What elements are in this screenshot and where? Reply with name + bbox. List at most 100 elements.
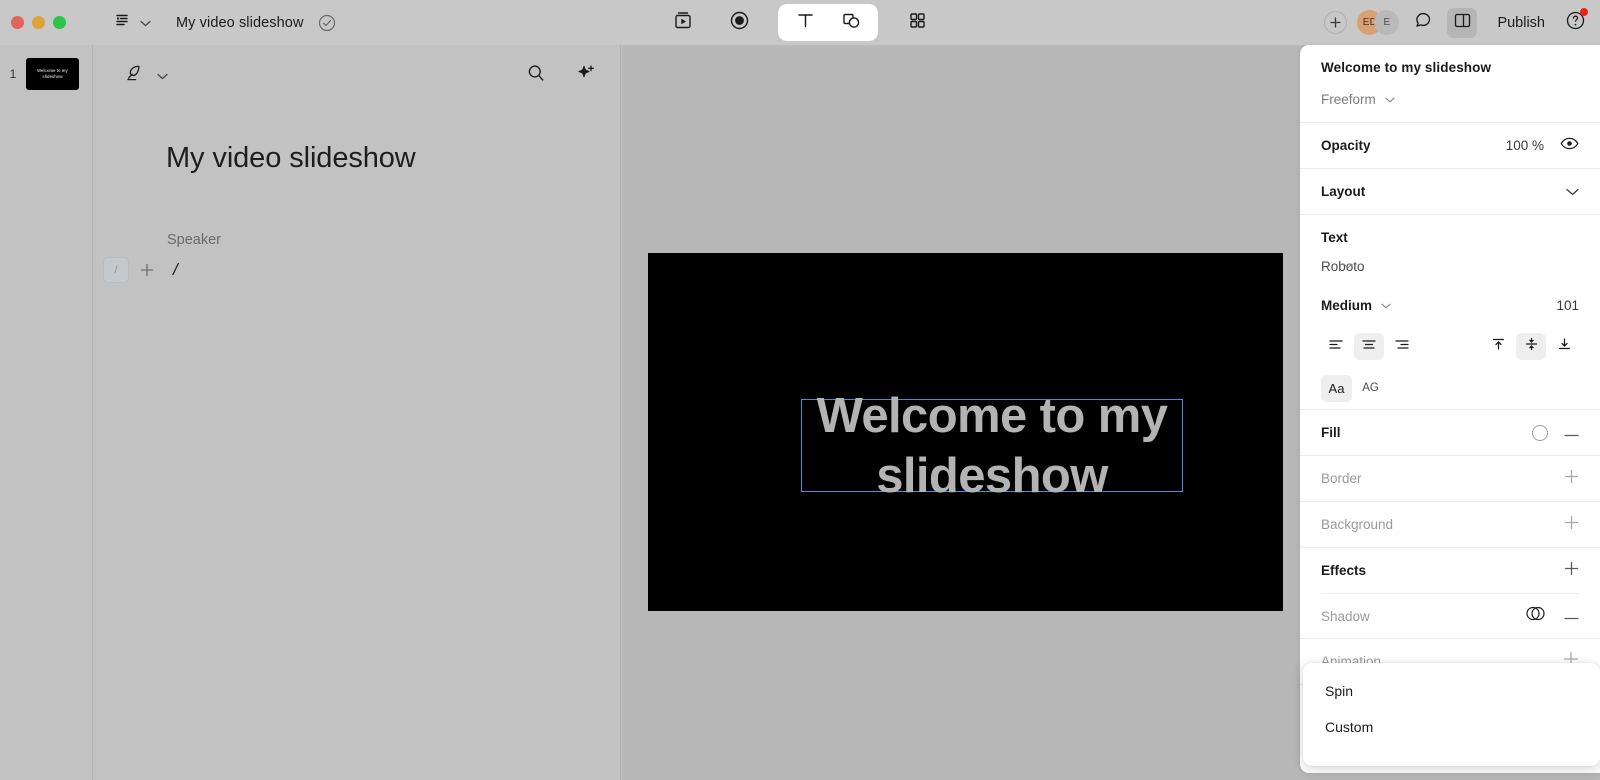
letter-case-group: Aa AG xyxy=(1321,367,1579,409)
border-section: Border xyxy=(1300,456,1600,502)
border-row: Border xyxy=(1321,456,1579,501)
selected-text-box[interactable]: Welcome to my slideshow xyxy=(801,389,1183,503)
center-toolbar xyxy=(666,4,934,41)
eye-icon[interactable] xyxy=(1560,137,1579,155)
case-sentence-button[interactable]: Aa xyxy=(1321,374,1352,402)
font-size-value[interactable]: 101 xyxy=(1556,298,1579,313)
add-background-button[interactable] xyxy=(1564,515,1579,535)
align-right-button[interactable] xyxy=(1387,333,1417,360)
document-title[interactable]: My video slideshow xyxy=(176,15,304,31)
publish-button[interactable]: Publish xyxy=(1497,15,1545,31)
element-type-dropdown[interactable]: Freeform xyxy=(1321,90,1579,108)
effects-row: Effects xyxy=(1321,548,1579,593)
script-text-cursor[interactable]: / xyxy=(173,260,178,280)
slide-thumbnail-text: Welcome to my slideshow xyxy=(37,68,68,79)
case-uppercase-button[interactable]: AG xyxy=(1355,375,1386,402)
templates-tool-button[interactable] xyxy=(900,7,934,39)
font-family-dropdown[interactable]: Roboto xyxy=(1321,256,1365,274)
comment-icon xyxy=(1413,10,1433,35)
shadow-swatch-icon[interactable] xyxy=(1524,606,1548,626)
document-menu-chevron-icon xyxy=(140,14,151,32)
align-center-icon xyxy=(1361,337,1377,355)
collaborator-avatars: ED E xyxy=(1357,10,1400,35)
font-weight-row: Medium 101 xyxy=(1321,285,1579,325)
script-pane-header xyxy=(93,45,620,89)
maximize-window-button[interactable] xyxy=(53,16,66,29)
avatar[interactable]: E xyxy=(1374,10,1400,35)
document-outline-icon xyxy=(114,12,131,34)
align-top-button[interactable] xyxy=(1483,333,1513,360)
slash-command-chip[interactable]: / xyxy=(103,257,129,283)
border-label: Border xyxy=(1321,471,1362,486)
record-tool-button[interactable] xyxy=(722,7,756,39)
slide-canvas[interactable]: Welcome to my slideshow xyxy=(648,253,1283,611)
sparkle-plus-icon xyxy=(575,63,596,89)
fill-row: Fill xyxy=(1321,410,1579,455)
quill-pen-icon xyxy=(123,62,145,89)
shapes-tool-button[interactable] xyxy=(832,8,870,37)
align-center-button[interactable] xyxy=(1354,332,1384,360)
layout-section[interactable]: Layout xyxy=(1300,169,1600,215)
background-row: Background xyxy=(1321,502,1579,547)
right-panel-icon xyxy=(1453,11,1472,35)
slide-text[interactable]: Welcome to my slideshow xyxy=(802,387,1182,507)
opacity-value[interactable]: 100 % xyxy=(1506,138,1544,153)
shapes-tool-icon xyxy=(840,10,862,36)
align-left-icon xyxy=(1328,337,1344,355)
add-effect-button[interactable] xyxy=(1564,561,1579,581)
search-button[interactable] xyxy=(526,63,546,88)
slide-rail-item[interactable]: 1 Welcome to my slideshow xyxy=(0,45,92,90)
chevron-down-icon xyxy=(1381,296,1391,314)
fill-color-swatch[interactable] xyxy=(1532,424,1548,441)
speaker-label: Speaker xyxy=(167,232,222,248)
fill-section: Fill xyxy=(1300,410,1600,456)
text-tool-icon xyxy=(795,10,816,36)
align-left-button[interactable] xyxy=(1321,333,1351,360)
layout-row[interactable]: Layout xyxy=(1321,169,1579,214)
search-icon xyxy=(526,63,546,88)
script-mode-button[interactable] xyxy=(123,62,168,89)
opacity-row: Opacity 100 % xyxy=(1321,123,1579,168)
align-top-icon xyxy=(1491,337,1506,356)
shadow-row: Shadow xyxy=(1321,593,1579,638)
remove-shadow-button[interactable] xyxy=(1564,607,1579,625)
align-bottom-button[interactable] xyxy=(1549,333,1579,360)
minimize-window-button[interactable] xyxy=(32,16,45,29)
ai-assist-button[interactable] xyxy=(575,63,596,89)
text-tool-button[interactable] xyxy=(786,8,824,37)
chevron-down-icon xyxy=(1343,256,1353,274)
opacity-section: Opacity 100 % xyxy=(1300,123,1600,169)
script-mode-chevron-icon xyxy=(157,67,168,85)
align-middle-button[interactable] xyxy=(1516,332,1546,360)
script-title[interactable]: My video slideshow xyxy=(166,142,620,175)
comment-button[interactable] xyxy=(1413,10,1433,35)
slide-thumbnail[interactable]: Welcome to my slideshow xyxy=(26,58,79,90)
align-bottom-icon xyxy=(1557,337,1572,356)
media-tool-button[interactable] xyxy=(666,7,700,39)
inspector-title: Welcome to my slideshow xyxy=(1321,60,1492,75)
document-menu-button[interactable] xyxy=(114,12,151,34)
close-window-button[interactable] xyxy=(11,16,24,29)
text-section: Text Roboto Medium 101 Aa AG xyxy=(1300,215,1600,410)
check-circle-icon[interactable] xyxy=(318,14,336,32)
slide-number: 1 xyxy=(9,67,17,81)
vertical-align-group xyxy=(1483,332,1579,360)
media-icon xyxy=(673,10,693,36)
toggle-right-panel-button[interactable] xyxy=(1447,7,1478,38)
add-block-button[interactable] xyxy=(135,258,159,282)
menu-item-spin[interactable]: Spin xyxy=(1303,673,1600,709)
font-weight-dropdown[interactable]: Medium xyxy=(1321,296,1391,314)
element-type-label: Freeform xyxy=(1321,91,1376,107)
add-border-button[interactable] xyxy=(1564,469,1579,489)
remove-fill-button[interactable] xyxy=(1564,424,1579,442)
add-collaborator-button[interactable] xyxy=(1324,11,1348,34)
inspector-header: Welcome to my slideshow Freeform xyxy=(1300,45,1600,123)
grid-icon xyxy=(908,11,927,35)
chevron-down-icon[interactable] xyxy=(1566,183,1579,201)
menu-item-custom[interactable]: Custom xyxy=(1303,709,1600,745)
right-toolbar: ED E Publish xyxy=(1324,0,1588,45)
top-bar: My video slideshow ED E Publish xyxy=(0,0,1600,45)
font-weight-value: Medium xyxy=(1321,297,1373,313)
help-button[interactable] xyxy=(1565,7,1588,36)
background-label: Background xyxy=(1321,517,1394,532)
